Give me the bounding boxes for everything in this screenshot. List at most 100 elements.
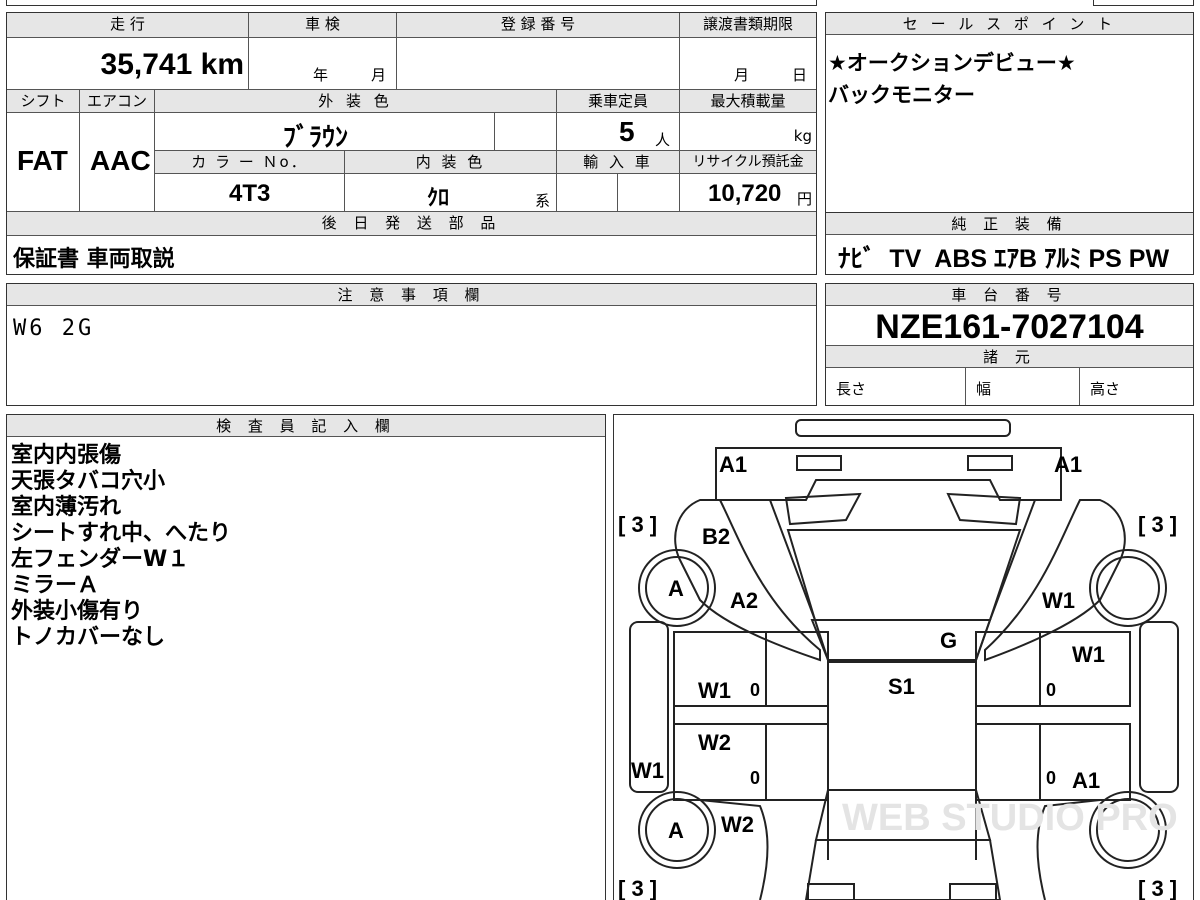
- windshield-shape: [810, 619, 992, 661]
- import-cell-a: [557, 174, 618, 212]
- genuine-equipment-value: ﾅﾋﾞ TV ABS ｴｱB ｱﾙﾐ PS PW: [838, 245, 1170, 273]
- recycle-unit: 円: [796, 190, 812, 208]
- inspector-box: 検 査 員 記 入 欄 室内内張傷 天張タバコ穴小 室内薄汚れ シートすれ中、へ…: [6, 414, 606, 900]
- car-diagram-box: WEB STUDIO PRO A1 A1 [ 3 ] [ 3 ] B2 A A2…: [613, 414, 1194, 900]
- mark-a1-right: A1: [1054, 452, 1082, 477]
- grille-right-shape: [946, 492, 1022, 526]
- side-rail-right: [1139, 621, 1179, 793]
- length-cell: 長さ: [826, 368, 966, 405]
- later-parts-label: 後 日 発 送 部 品: [7, 212, 816, 236]
- sales-point-line: ★オークションデビュー★: [828, 51, 1076, 75]
- front-bumper-shape: [795, 419, 1011, 437]
- import-label: 輸 入 車: [557, 151, 680, 174]
- rear-bumper-left: [807, 883, 855, 900]
- deadline-day: 日: [792, 66, 808, 84]
- load-unit: kg: [793, 127, 812, 145]
- mark-zero-4: 0: [1046, 768, 1056, 788]
- height-label: 高さ: [1090, 380, 1121, 398]
- color-no-value: 4T3: [229, 180, 271, 207]
- mark-w1-fr-fender: W1: [1042, 588, 1075, 613]
- mileage-value: 35,741 km: [100, 48, 244, 81]
- headlight-right: [967, 455, 1013, 471]
- shaken-label: 車 検: [249, 13, 397, 38]
- ac-cell: AAC: [80, 113, 155, 212]
- recycle-cell: 10,720 円: [680, 174, 816, 212]
- notes-value: W6 2G: [13, 316, 95, 341]
- inspector-line: 天張タバコ穴小: [11, 469, 166, 494]
- regno-cell: [397, 38, 680, 90]
- sales-point-list: ★オークションデビュー★ バックモニター: [828, 47, 1076, 111]
- sales-point-box: セ ー ル ス ポ イ ン ト ★オークションデビュー★ バックモニター: [825, 12, 1194, 213]
- shift-label: シフト: [7, 90, 80, 113]
- mark-zero-2: 0: [1046, 680, 1056, 700]
- ext-color-label: 外 装 色: [155, 90, 557, 113]
- a-pillar-left: [769, 499, 829, 860]
- top-cutoff-row-right: [1093, 0, 1194, 6]
- capacity-cell: 5 人: [557, 113, 680, 151]
- mark-b2: B2: [702, 524, 730, 549]
- int-color-cell: ｸﾛ 系: [345, 174, 557, 212]
- inspector-line: 室内内張傷: [11, 443, 122, 468]
- deadline-label: 譲渡書類期限: [680, 13, 816, 38]
- mark-w1-l-side: W1: [631, 758, 664, 783]
- mark-tire-fr: [ 3 ]: [1138, 512, 1177, 537]
- rear-bumper-right: [949, 883, 997, 900]
- trunk-shape: [804, 839, 1002, 900]
- inspector-line: トノカバーなし: [11, 625, 166, 650]
- chassis-box: 車 台 番 号 NZE161-7027104 諸 元 長さ 幅 高さ: [825, 283, 1194, 406]
- capacity-value: 5: [619, 116, 635, 147]
- watermark: WEB STUDIO PRO: [842, 797, 1178, 839]
- ext-color-cell: ﾌﾞﾗｳﾝ: [155, 113, 495, 152]
- mark-w1-fl-door: W1: [698, 678, 731, 703]
- hood-shape: [786, 529, 1022, 621]
- max-load-cell: kg: [680, 113, 816, 151]
- regno-label: 登 録 番 号: [397, 13, 680, 38]
- height-cell: 高さ: [1080, 368, 1193, 405]
- recycle-value: 10,720: [708, 180, 782, 207]
- int-color-unit: 系: [535, 192, 551, 210]
- mark-s1: S1: [888, 674, 915, 699]
- mark-zero-1: 0: [750, 680, 760, 700]
- specs-label: 諸 元: [826, 345, 1193, 368]
- import-cell-b: [618, 174, 680, 212]
- inspector-line: 左フェンダーW１: [11, 547, 190, 572]
- ext-color-value: ﾌﾞﾗｳﾝ: [283, 122, 349, 152]
- inspector-label: 検 査 員 記 入 欄: [7, 415, 605, 437]
- shaken-year: 年: [313, 66, 329, 84]
- ac-value: AAC: [90, 145, 151, 176]
- ext-color-extra-cell: [495, 113, 557, 151]
- wheel-fr: [1089, 549, 1167, 627]
- genuine-equipment-label: 純 正 装 備: [826, 213, 1193, 235]
- door-rr: [975, 723, 1131, 801]
- mark-tire-rr: [ 3 ]: [1138, 876, 1177, 900]
- color-no-cell: 4T3: [155, 174, 345, 212]
- mark-tire-rl: [ 3 ]: [618, 876, 657, 900]
- recycle-label: リサイクル預託金: [680, 151, 816, 174]
- mark-a1-rr-door: A1: [1072, 768, 1100, 793]
- grille-left-shape: [784, 492, 862, 526]
- chassis-value: NZE161-7027104: [875, 308, 1144, 346]
- headlight-left: [796, 455, 842, 471]
- mark-w1-fr-door: W1: [1072, 642, 1105, 667]
- shift-value: FAT: [17, 145, 68, 176]
- max-load-label: 最大積載量: [680, 90, 816, 113]
- ac-label: エアコン: [80, 90, 155, 113]
- vehicle-info-table: 走 行 車 検 登 録 番 号 譲渡書類期限 35,741 km 年 月 月 日…: [6, 12, 817, 275]
- int-color-label: 内 装 色: [345, 151, 557, 174]
- inspector-list: 室内内張傷 天張タバコ穴小 室内薄汚れ シートすれ中、へたり 左フェンダーW１ …: [11, 443, 231, 651]
- mark-tire-fl: [ 3 ]: [618, 512, 657, 537]
- capacity-label: 乗車定員: [557, 90, 680, 113]
- mileage-cell: 35,741 km: [7, 38, 249, 90]
- width-cell: 幅: [966, 368, 1080, 405]
- top-cutoff-row: [6, 0, 817, 6]
- mark-a1-left: A1: [719, 452, 747, 477]
- inspector-line: 外装小傷有り: [11, 599, 144, 624]
- notes-label: 注 意 事 項 欄: [7, 284, 816, 306]
- mark-g: G: [940, 628, 957, 653]
- inspector-line: ミラーＡ: [11, 573, 100, 598]
- deadline-cell: 月 日: [680, 38, 816, 90]
- inspector-line: 室内薄汚れ: [11, 495, 122, 520]
- notes-box: 注 意 事 項 欄 W6 2G: [6, 283, 817, 406]
- mark-zero-3: 0: [750, 768, 760, 788]
- mark-wheel-rl: A: [668, 818, 684, 843]
